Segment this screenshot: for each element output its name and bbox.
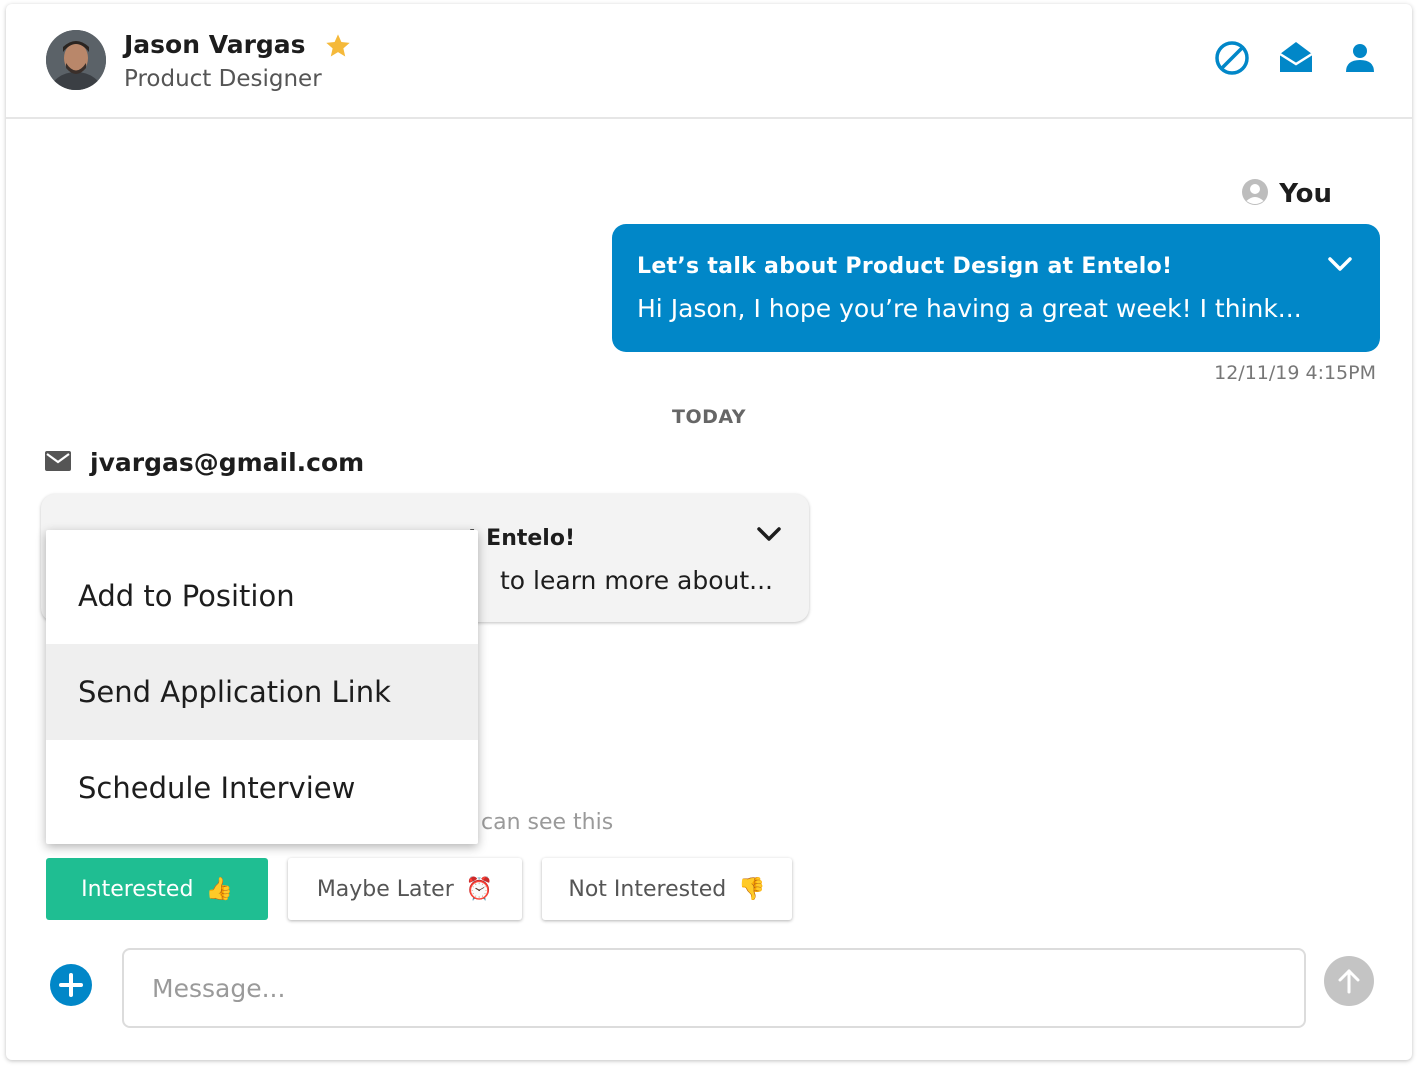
- user-circle-icon: [1241, 178, 1269, 210]
- visibility-note: can see this: [481, 810, 614, 835]
- message-input[interactable]: [122, 948, 1306, 1028]
- message-subject: t Entelo!: [468, 526, 575, 551]
- candidate-name: Jason Vargas: [124, 30, 306, 59]
- avatar[interactable]: [46, 30, 106, 90]
- message-timestamp: 12/11/19 4:15PM: [1214, 362, 1376, 384]
- block-icon[interactable]: [1212, 38, 1252, 82]
- send-button[interactable]: [1324, 956, 1374, 1006]
- arrow-up-icon: [1324, 969, 1374, 1010]
- conversation-header: Jason Vargas Product Designer: [6, 4, 1412, 119]
- star-icon[interactable]: [324, 32, 352, 64]
- message-preview: Hi Jason, I hope you’re having a great w…: [637, 294, 1302, 323]
- outgoing-message-bubble[interactable]: Let’s talk about Product Design at Entel…: [612, 224, 1380, 352]
- envelope-icon: [44, 450, 72, 476]
- thumbs-up-icon: 👍: [205, 876, 233, 902]
- conversation-card: Jason Vargas Product Designer You Let’s …: [6, 4, 1412, 1060]
- add-attachment-button[interactable]: [50, 964, 92, 1006]
- button-label: Maybe Later: [316, 876, 454, 902]
- message-preview: to learn more about...: [500, 566, 773, 595]
- thumbs-down-icon: 👎: [738, 876, 766, 902]
- interested-button[interactable]: Interested 👍: [46, 858, 268, 920]
- chevron-down-icon[interactable]: [755, 522, 783, 550]
- sender-name: You: [1279, 179, 1332, 209]
- candidate-title: Product Designer: [124, 66, 322, 92]
- person-icon[interactable]: [1340, 38, 1380, 82]
- menu-item-schedule-interview[interactable]: Schedule Interview: [46, 740, 478, 836]
- message-subject: Let’s talk about Product Design at Entel…: [637, 254, 1173, 279]
- alarm-clock-icon: ⏰: [465, 876, 494, 902]
- plus-icon: [50, 973, 92, 1010]
- sender-label: You: [1241, 178, 1332, 210]
- date-divider: TODAY: [671, 406, 747, 428]
- chevron-down-icon[interactable]: [1326, 252, 1354, 280]
- sender-email: jvargas@gmail.com: [90, 448, 365, 477]
- maybe-later-button[interactable]: Maybe Later ⏰: [288, 858, 522, 920]
- menu-item-add-to-position[interactable]: Add to Position: [46, 548, 478, 644]
- button-label: Not Interested: [568, 876, 727, 902]
- actions-dropdown-menu: Add to Position Send Application Link Sc…: [46, 530, 478, 844]
- button-label: Interested: [81, 876, 194, 902]
- not-interested-button[interactable]: Not Interested 👎: [542, 858, 792, 920]
- menu-item-send-application-link[interactable]: Send Application Link: [46, 644, 478, 740]
- envelope-open-icon[interactable]: [1276, 38, 1316, 82]
- incoming-sender: jvargas@gmail.com: [44, 448, 364, 477]
